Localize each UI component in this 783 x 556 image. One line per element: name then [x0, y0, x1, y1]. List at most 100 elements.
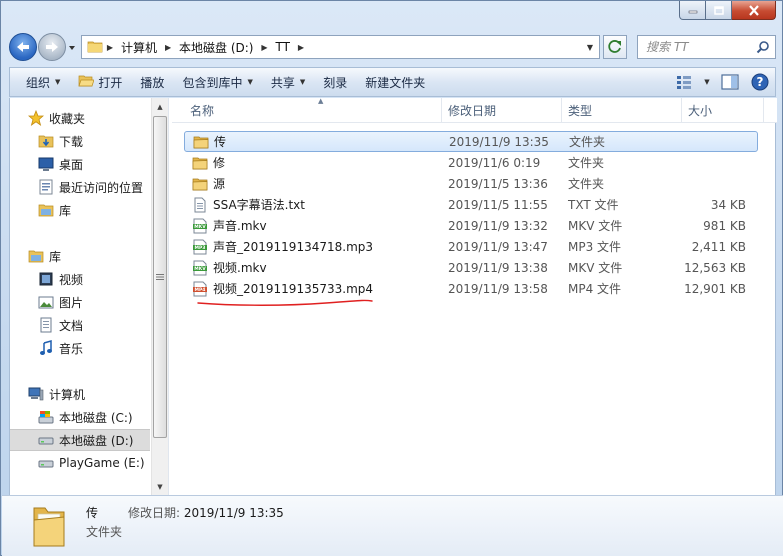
- column-header-size[interactable]: 大小: [682, 98, 764, 123]
- content-area: 收藏夹 下载 桌面 最近访问的位置 库 库 视频 图片 文档 音乐 计算机 本地…: [9, 97, 777, 495]
- file-name-cell: MKV 声音.mkv: [192, 217, 267, 234]
- preview-pane-button[interactable]: [715, 68, 745, 96]
- file-size: 2,411 KB: [691, 239, 746, 254]
- library-icon: [28, 248, 44, 264]
- burn-label: 刻录: [323, 75, 348, 90]
- help-button[interactable]: ?: [745, 68, 775, 96]
- file-name: SSA字幕语法.txt: [213, 198, 305, 212]
- maximize-button[interactable]: [706, 1, 732, 20]
- column-header-name[interactable]: 名称 ▲: [184, 97, 442, 123]
- share-label: 共享: [270, 75, 295, 90]
- play-button[interactable]: 播放: [131, 68, 173, 96]
- view-dropdown-button[interactable]: ▼: [699, 68, 715, 96]
- nav-downloads[interactable]: 下载: [38, 130, 150, 152]
- new-folder-button[interactable]: 新建文件夹: [356, 68, 434, 96]
- include-library-button[interactable]: 包含到库中 ▼: [173, 68, 261, 96]
- nav-library-favorite[interactable]: 库: [38, 199, 150, 221]
- details-modified: 修改日期: 2019/11/9 13:35: [128, 504, 284, 521]
- nav-drive-c[interactable]: 本地磁盘 (C:): [38, 406, 150, 428]
- breadcrumb-separator-icon[interactable]: ▶: [257, 43, 271, 52]
- nav-drive-e[interactable]: PlayGame (E:): [38, 452, 150, 474]
- nav-computer[interactable]: 计算机: [28, 383, 150, 405]
- share-button[interactable]: 共享 ▼: [262, 68, 314, 96]
- red-underline-annotation: [197, 299, 373, 306]
- file-name-cell: SSA字幕语法.txt: [192, 196, 305, 213]
- grip-icon: [156, 274, 164, 280]
- file-name-cell: MKV 视频.mkv: [192, 259, 267, 276]
- column-header-type[interactable]: 类型: [562, 98, 682, 123]
- navigation-tree: 收藏夹 下载 桌面 最近访问的位置 库 库 视频 图片 文档 音乐 计算机 本地…: [10, 98, 150, 495]
- chevron-down-icon: ▼: [299, 78, 306, 86]
- file-name-cell: 修: [192, 154, 225, 171]
- scroll-up-icon[interactable]: ▲: [152, 99, 168, 115]
- file-row[interactable]: MP3 声音_2019119134718.mp3 2019/11/9 13:47 MP…: [184, 236, 758, 257]
- navigation-scrollbar[interactable]: ▲ ▼: [151, 98, 168, 495]
- open-button[interactable]: 打开: [69, 68, 131, 96]
- file-size: 981 KB: [703, 218, 746, 233]
- minimize-icon: [688, 10, 697, 14]
- address-dropdown-icon[interactable]: ▼: [581, 36, 599, 58]
- address-bar[interactable]: ▶ 计算机 ▶ 本地磁盘 (D:) ▶ TT ▶ ▼: [81, 35, 600, 59]
- breadcrumb-drive-d[interactable]: 本地磁盘 (D:): [175, 36, 257, 58]
- open-folder-icon: [78, 74, 95, 91]
- column-header-date[interactable]: 修改日期: [442, 98, 562, 123]
- details-modified-value: 2019/11/9 13:35: [183, 506, 284, 520]
- nav-pictures[interactable]: 图片: [38, 291, 150, 313]
- details-modified-label: 修改日期:: [128, 506, 181, 520]
- nav-documents[interactable]: 文档: [38, 314, 150, 336]
- file-list: 名称 ▲ 修改日期 类型 大小 传 2019/11/9 13:35 文件夹修 2019…: [172, 97, 777, 495]
- nav-label: 本地磁盘 (C:): [59, 410, 133, 425]
- video-library-icon: [38, 271, 54, 287]
- nav-label: 音乐: [59, 341, 84, 356]
- help-icon: ?: [751, 73, 769, 91]
- nav-desktop[interactable]: 桌面: [38, 153, 150, 175]
- arrow-right-icon: [46, 42, 58, 52]
- breadcrumb-separator-icon[interactable]: ▶: [161, 43, 175, 52]
- breadcrumb-separator-icon[interactable]: ▶: [294, 43, 308, 52]
- scroll-down-icon[interactable]: ▼: [152, 479, 168, 495]
- back-button[interactable]: [9, 33, 37, 61]
- nav-videos[interactable]: 视频: [38, 268, 150, 290]
- refresh-button[interactable]: [603, 35, 627, 59]
- chevron-down-icon: ▼: [704, 78, 710, 86]
- nav-recent-places[interactable]: 最近访问的位置: [38, 176, 150, 198]
- search-icon[interactable]: [756, 40, 770, 57]
- svg-text:MP4: MP4: [195, 287, 206, 293]
- file-date: 2019/11/9 13:32: [448, 218, 548, 233]
- scroll-thumb[interactable]: [153, 116, 167, 438]
- file-row[interactable]: MKV 视频.mkv 2019/11/9 13:38 MKV 文件 12,563 KB: [184, 257, 758, 278]
- svg-text:?: ?: [757, 75, 764, 89]
- file-date: 2019/11/5 11:55: [448, 197, 548, 212]
- close-button[interactable]: [732, 1, 776, 20]
- file-row[interactable]: 修 2019/11/6 0:19 文件夹: [184, 152, 758, 173]
- breadcrumb-tt[interactable]: TT: [271, 36, 293, 58]
- file-name-cell: 传: [193, 133, 226, 150]
- nav-drive-d[interactable]: 本地磁盘 (D:): [10, 429, 150, 451]
- svg-text:MKV: MKV: [194, 224, 206, 230]
- recent-pages-dropdown[interactable]: [67, 42, 77, 52]
- breadcrumb-separator-icon[interactable]: ▶: [103, 43, 117, 52]
- file-type: TXT 文件: [568, 198, 619, 212]
- breadcrumb-computer[interactable]: 计算机: [117, 36, 161, 58]
- include-library-label: 包含到库中: [182, 75, 243, 90]
- minimize-button[interactable]: [679, 1, 706, 20]
- file-row[interactable]: MKV 声音.mkv 2019/11/9 13:32 MKV 文件 981 KB: [184, 215, 758, 236]
- file-row[interactable]: SSA字幕语法.txt 2019/11/5 11:55 TXT 文件 34 KB: [184, 194, 758, 215]
- burn-button[interactable]: 刻录: [314, 68, 356, 96]
- chevron-down-icon: [69, 46, 75, 50]
- nav-music[interactable]: 音乐: [38, 337, 150, 359]
- file-date: 2019/11/9 13:47: [448, 239, 548, 254]
- nav-libraries[interactable]: 库: [28, 245, 150, 267]
- search-box[interactable]: [637, 35, 776, 59]
- file-row[interactable]: 传 2019/11/9 13:35 文件夹: [184, 131, 758, 152]
- file-type: MP4 文件: [568, 282, 622, 296]
- change-view-button[interactable]: [669, 68, 699, 96]
- file-type: 文件夹: [568, 177, 605, 191]
- column-label: 修改日期: [448, 104, 497, 118]
- organize-button[interactable]: 组织 ▼: [10, 68, 69, 96]
- nav-favorites[interactable]: 收藏夹: [28, 107, 150, 129]
- search-input[interactable]: [646, 40, 756, 54]
- file-type: MKV 文件: [568, 261, 623, 275]
- file-row[interactable]: 源 2019/11/5 13:36 文件夹: [184, 173, 758, 194]
- forward-button[interactable]: [38, 33, 66, 61]
